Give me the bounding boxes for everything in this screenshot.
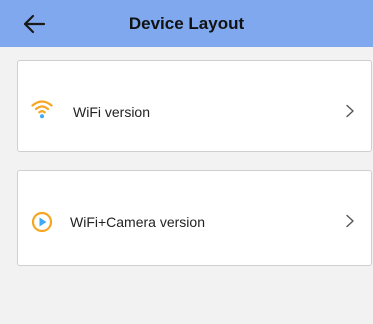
wifi-version-option[interactable]: WiFi version [17,60,372,152]
wifi-icon [31,100,53,119]
wifi-version-label: WiFi version [73,104,151,120]
header-bar: Device Layout [0,0,373,47]
page-title: Device Layout [128,14,245,33]
wifi-camera-version-label: WiFi+Camera version [70,214,205,230]
wifi-camera-version-option[interactable]: WiFi+Camera version [17,170,372,266]
play-circle-icon [31,211,53,233]
chevron-right-icon [346,214,354,228]
chevron-right-icon [346,104,354,118]
